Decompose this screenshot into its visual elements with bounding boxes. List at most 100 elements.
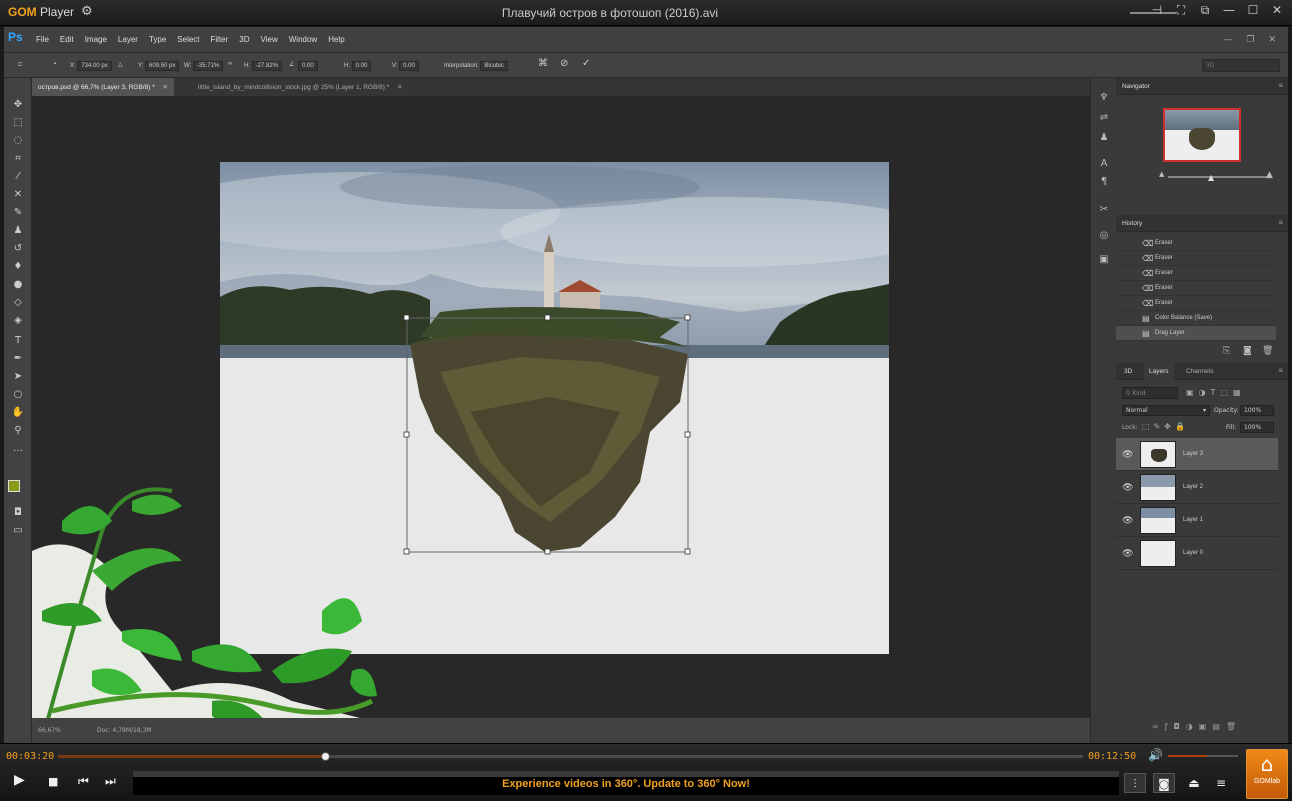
history-item[interactable]: ⌫ Eraser — [1116, 296, 1276, 311]
tab-close-icon[interactable]: ✕ — [163, 84, 168, 91]
panel-menu-icon[interactable]: ≡ — [1278, 366, 1283, 375]
history-item[interactable]: ⌫ Eraser — [1116, 266, 1276, 281]
quick-mask-icon[interactable]: ◘ — [10, 506, 26, 520]
transform-tool-icon[interactable]: ⊏ — [18, 61, 23, 68]
layer-name[interactable]: Layer 0 — [1183, 550, 1203, 556]
menu-file[interactable]: File — [36, 35, 49, 44]
new-document-from-state-icon[interactable]: ⎘ — [1223, 346, 1230, 356]
type-tool-icon[interactable]: T — [10, 334, 26, 348]
screenshot-camera-button[interactable]: ◙ — [1153, 773, 1175, 793]
reference-point-icon[interactable]: ▪ — [54, 61, 56, 67]
seek-bar-knob[interactable] — [320, 752, 330, 761]
marquee-tool-icon[interactable]: ⬚ — [10, 116, 26, 130]
hskew-field[interactable]: 0.00 — [351, 61, 372, 71]
healing-tool-icon[interactable]: ✕ — [10, 188, 26, 202]
zoom-level[interactable]: 66,67% — [38, 727, 61, 734]
commit-transform-icon[interactable]: ✓ — [582, 58, 590, 69]
delete-state-icon[interactable]: 🗑 — [1262, 346, 1273, 356]
fill-field[interactable]: 100% — [1240, 422, 1274, 433]
layer-row[interactable]: 👁 Layer 3 — [1116, 438, 1278, 471]
vskew-field[interactable]: 0.00 — [399, 61, 419, 71]
fullscreen-icon[interactable]: ⛶ — [1174, 3, 1188, 18]
move-tool-icon[interactable]: ✥ — [10, 98, 26, 112]
layer-row[interactable]: 👁 Layer 1 — [1116, 504, 1278, 537]
canvas-area[interactable] — [32, 96, 1090, 751]
zoom-slider-knob[interactable]: ▲ — [1208, 173, 1214, 182]
lock-icons[interactable]: ⬚✎✥🔒 — [1142, 422, 1189, 431]
shape-tool-icon[interactable]: ○ — [10, 388, 26, 402]
3d-icon[interactable]: ◎ — [1097, 230, 1111, 242]
pen-tool-icon[interactable]: ✒ — [10, 352, 26, 366]
volume-icon[interactable]: 🔊 — [1148, 748, 1163, 762]
character-icon[interactable]: A — [1097, 158, 1111, 170]
visibility-eye-icon[interactable]: 👁 — [1122, 482, 1133, 493]
minimize-button[interactable]: — — [1222, 3, 1236, 18]
w-field[interactable]: -35.71% — [192, 61, 224, 71]
history-item[interactable]: ⌫ Eraser — [1116, 281, 1276, 296]
mini-mode-icon[interactable]: ⧉ — [1198, 3, 1212, 18]
zoom-out-icon[interactable]: ▲ — [1159, 170, 1164, 178]
previous-button[interactable]: ⏮ — [78, 774, 89, 789]
layer-row[interactable]: 👁 Layer 0 — [1116, 537, 1278, 570]
ps-close-icon[interactable]: ✕ — [1268, 35, 1276, 45]
screen-mode-icon[interactable]: ▭ — [10, 524, 26, 538]
seek-bar[interactable] — [58, 752, 1083, 761]
path-select-icon[interactable]: ➤ — [10, 370, 26, 384]
menu-image[interactable]: Image — [85, 35, 107, 44]
delta-icon[interactable]: △ — [118, 61, 123, 68]
foreground-color-swatch[interactable] — [8, 480, 20, 492]
tool-presets-icon[interactable]: ✂ — [1097, 204, 1111, 216]
play-button[interactable]: ▶ — [14, 772, 25, 788]
visibility-eye-icon[interactable]: 👁 — [1122, 548, 1133, 559]
h-field[interactable]: -27.82% — [251, 61, 283, 71]
eject-button[interactable]: ⏏ — [1183, 773, 1205, 793]
next-button[interactable]: ⏭ — [105, 774, 116, 789]
panel-menu-icon[interactable]: ≡ — [1278, 218, 1283, 227]
tab-ostrov[interactable]: остров.psd @ 66,7% (Layer 3, RGB/8) * ✕ — [32, 78, 174, 96]
menu-select[interactable]: Select — [177, 35, 199, 44]
zoom-tool-icon[interactable]: ⚲ — [10, 424, 26, 438]
history-item[interactable]: ⌫ Eraser — [1116, 251, 1276, 266]
layer-filter-icons[interactable]: ▣◑T⬚▦ — [1186, 388, 1246, 397]
brush-preset-icon[interactable]: ♆ — [1097, 92, 1111, 104]
eraser-tool-icon[interactable]: ◇ — [10, 296, 26, 310]
gomlab-button[interactable]: ⌂ GOMlab — [1246, 749, 1288, 799]
layer-name[interactable]: Layer 2 — [1183, 484, 1203, 490]
menu-3d[interactable]: 3D — [239, 35, 249, 44]
panel-menu-icon[interactable]: ≡ — [1278, 81, 1283, 90]
properties-icon[interactable]: ▣ — [1097, 254, 1111, 266]
tab-island-stock[interactable]: little_island_by_mindcollision_stock.jpg… — [192, 78, 408, 96]
layer-name[interactable]: Layer 1 — [1183, 517, 1203, 523]
layer-actions-bar[interactable]: ∞ƒ◘◑▣▤🗑 — [1152, 722, 1242, 731]
stop-button[interactable]: ■ — [48, 775, 58, 788]
navigator-zoom-slider[interactable] — [1168, 176, 1270, 178]
hand-tool-icon[interactable]: ✋ — [10, 406, 26, 420]
interpolation-select[interactable]: Bicubic — [480, 61, 508, 71]
menu-layer[interactable]: Layer — [118, 35, 138, 44]
menu-help[interactable]: Help — [328, 35, 344, 44]
menu-edit[interactable]: Edit — [60, 35, 74, 44]
menu-view[interactable]: View — [261, 35, 278, 44]
more-tools-icon[interactable]: … — [10, 442, 26, 456]
tab-channels[interactable]: Channels — [1186, 368, 1213, 375]
close-button[interactable]: ✕ — [1270, 3, 1284, 18]
history-brush-icon[interactable]: ↺ — [10, 242, 26, 256]
crop-tool-icon[interactable]: ⌗ — [10, 152, 26, 166]
opacity-field[interactable]: 100% — [1240, 405, 1274, 416]
layer-kind-filter[interactable]: ⚲ Kind — [1122, 387, 1178, 399]
menu-type[interactable]: Type — [149, 35, 166, 44]
snapshot-camera-icon[interactable]: ◙ — [1243, 346, 1252, 356]
workspace-field[interactable]: 3D — [1202, 59, 1280, 72]
visibility-eye-icon[interactable]: 👁 — [1122, 449, 1133, 460]
warp-icon[interactable]: ⌘ — [538, 58, 548, 69]
maximize-button[interactable]: ☐ — [1246, 3, 1260, 18]
link-icon[interactable]: ∞ — [228, 61, 232, 67]
clone-source-icon[interactable]: ♟ — [1097, 132, 1111, 144]
history-item[interactable]: ⌫ Eraser — [1116, 236, 1276, 251]
menu-filter[interactable]: Filter — [211, 35, 229, 44]
gradient-tool-icon[interactable]: ◈ — [10, 314, 26, 328]
visibility-eye-icon[interactable]: 👁 — [1122, 515, 1133, 526]
blend-mode-select[interactable]: Normal ▾ — [1122, 405, 1210, 416]
cancel-transform-icon[interactable]: ⊘ — [560, 58, 568, 69]
paragraph-icon[interactable]: ¶ — [1097, 176, 1111, 188]
